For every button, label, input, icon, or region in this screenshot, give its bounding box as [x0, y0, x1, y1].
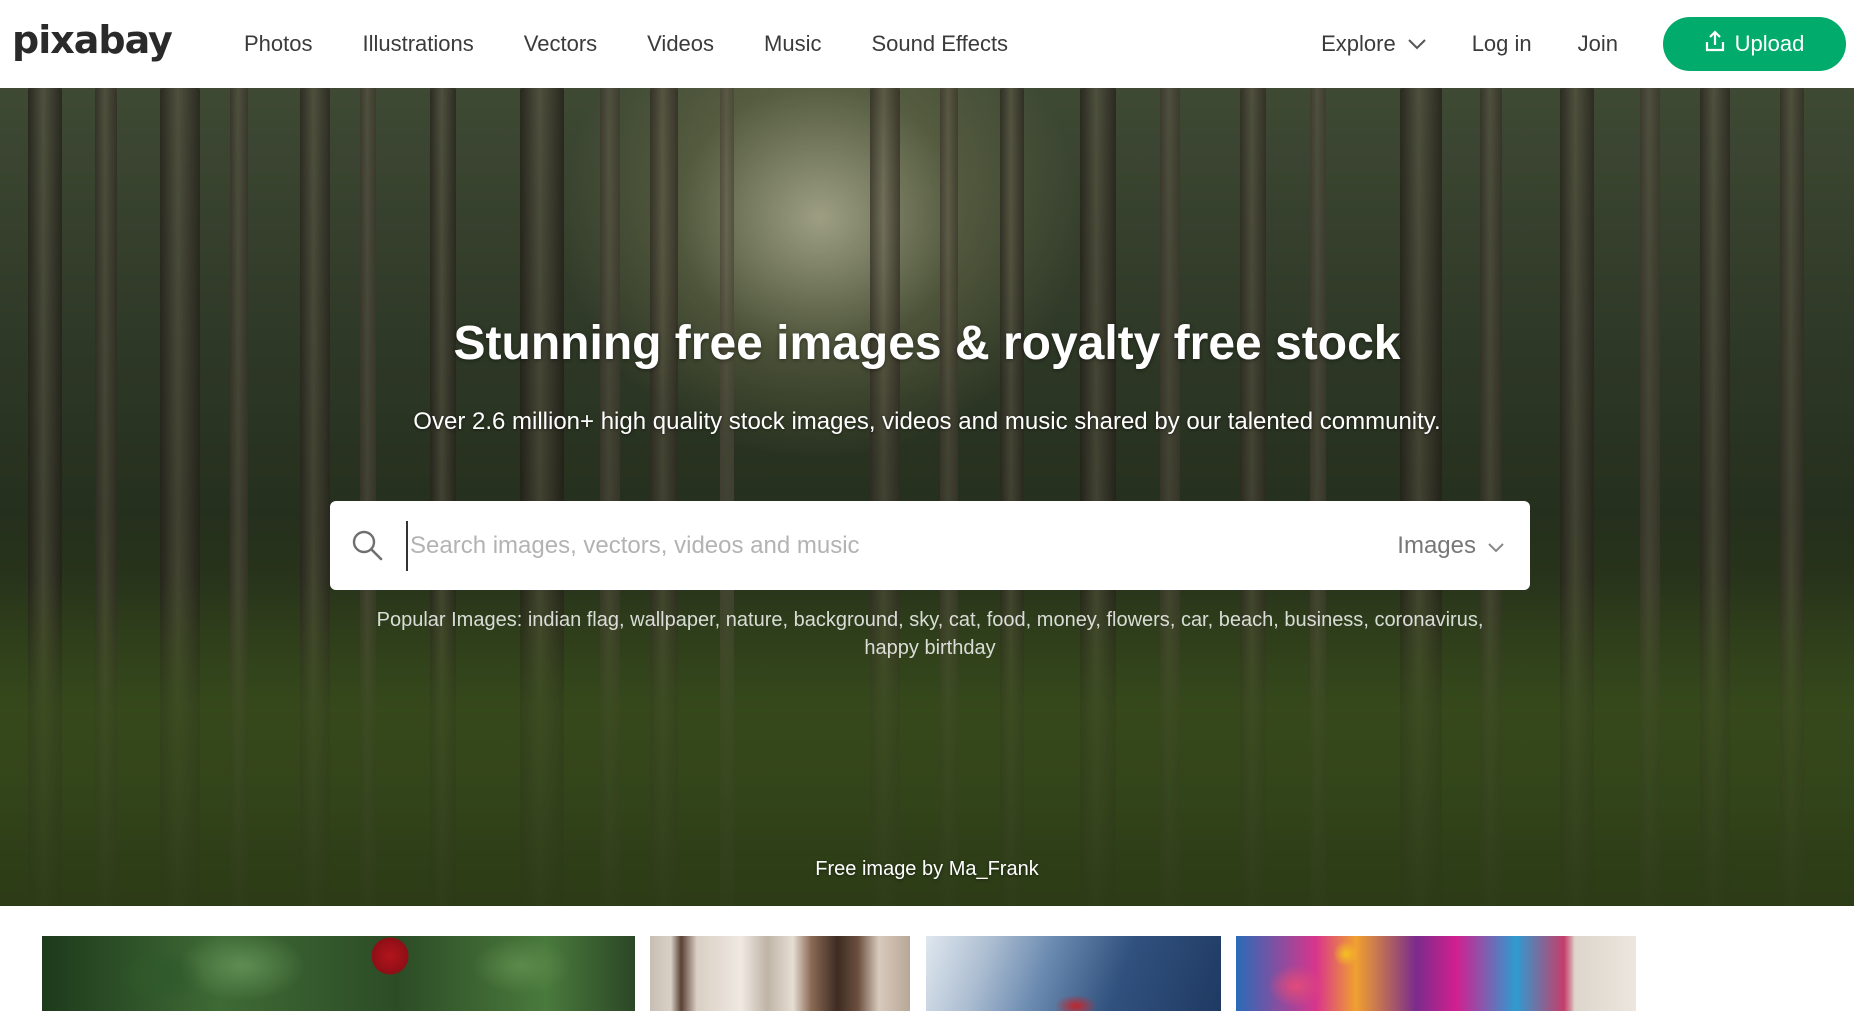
chevron-down-icon [1407, 38, 1426, 50]
hero-overlay [0, 88, 1854, 906]
gallery-thumbnail-interior[interactable] [650, 936, 910, 1011]
account-nav: Explore Log in Join Upload [1321, 0, 1854, 88]
explore-label: Explore [1321, 31, 1396, 56]
hero-title: Stunning free images & royalty free stoc… [453, 317, 1401, 370]
popular-tag[interactable]: money [1037, 609, 1096, 631]
login-link[interactable]: Log in [1472, 31, 1532, 57]
popular-tag[interactable]: food [987, 609, 1026, 631]
nav-music[interactable]: Music [764, 31, 821, 57]
credit-author-link[interactable]: Ma_Frank [949, 858, 1039, 880]
nav-videos[interactable]: Videos [647, 31, 714, 57]
chevron-down-icon [1488, 532, 1504, 560]
popular-tag[interactable]: cat [949, 609, 976, 631]
gallery-thumbnail-colorful[interactable] [1236, 936, 1636, 1011]
popular-tag[interactable]: business [1284, 609, 1363, 631]
popular-tag[interactable]: beach [1219, 609, 1274, 631]
search-type-dropdown[interactable]: Images [1397, 501, 1504, 590]
image-credit: Free image by Ma_Frank [0, 858, 1854, 881]
popular-tag[interactable]: coronavirus [1374, 609, 1477, 631]
gallery-thumbnail-blue[interactable] [926, 936, 1221, 1011]
explore-menu[interactable]: Explore [1321, 31, 1426, 57]
popular-tag[interactable]: sky [909, 609, 938, 631]
popular-tag[interactable]: nature [726, 609, 783, 631]
popular-tag[interactable]: background [794, 609, 899, 631]
popular-tag[interactable]: happy birthday [864, 637, 995, 659]
upload-label: Upload [1734, 31, 1805, 56]
popular-label: Popular Images: [376, 609, 523, 631]
popular-tag[interactable]: wallpaper [630, 609, 715, 631]
search-icon[interactable] [350, 528, 386, 564]
image-gallery [0, 936, 1854, 1011]
join-link[interactable]: Join [1578, 31, 1618, 57]
hero-banner: Stunning free images & royalty free stoc… [0, 88, 1854, 906]
hero-subtitle: Over 2.6 million+ high quality stock ima… [413, 408, 1441, 435]
nav-sound-effects[interactable]: Sound Effects [871, 31, 1008, 57]
top-header: pixabay Photos Illustrations Vectors Vid… [0, 0, 1854, 88]
search-bar: Images [330, 501, 1530, 590]
popular-tag[interactable]: car [1181, 609, 1208, 631]
gallery-thumbnail-strawberries[interactable] [42, 936, 635, 1011]
main-nav: Photos Illustrations Vectors Videos Musi… [244, 0, 1008, 88]
credit-prefix: Free image by [815, 858, 944, 880]
popular-tag[interactable]: indian flag [528, 609, 619, 631]
upload-icon [1705, 30, 1725, 58]
search-type-label: Images [1397, 531, 1476, 559]
upload-button[interactable]: Upload [1663, 17, 1846, 71]
nav-photos[interactable]: Photos [244, 31, 313, 57]
popular-tag[interactable]: flowers [1106, 609, 1169, 631]
search-input[interactable] [406, 520, 1286, 571]
nav-illustrations[interactable]: Illustrations [363, 31, 474, 57]
popular-searches: Popular Images: indian flag, wallpaper, … [376, 609, 1484, 659]
nav-vectors[interactable]: Vectors [524, 31, 597, 57]
pixabay-logo[interactable]: pixabay [12, 18, 173, 62]
